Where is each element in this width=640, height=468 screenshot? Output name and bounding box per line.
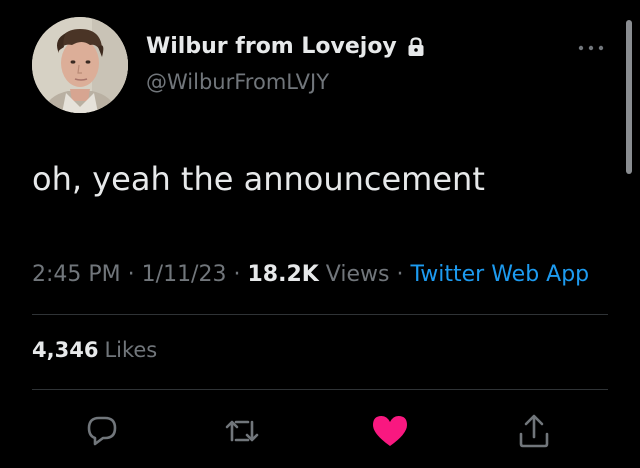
tweet-detail: Wilbur from Lovejoy @WilburFromLVJY oh, … (0, 0, 640, 468)
share-button[interactable] (514, 411, 554, 451)
heart-icon (373, 416, 407, 446)
separator: · (396, 262, 404, 287)
share-icon (519, 414, 549, 448)
lock-icon (408, 36, 424, 56)
retweet-icon (225, 420, 259, 442)
separator: · (233, 262, 241, 287)
more-options-icon[interactable] (575, 38, 607, 58)
likes-count: 4,346 (32, 338, 99, 362)
views-label: Views (325, 262, 390, 287)
author-handle[interactable]: @WilburFromLVJY (146, 70, 329, 94)
author-name-text: Wilbur from Lovejoy (146, 34, 397, 59)
separator: · (127, 262, 135, 287)
tweet-metadata: 2:45 PM · 1/11/23 · 18.2K Views · Twitte… (32, 256, 612, 294)
views-count: 18.2K (247, 262, 319, 287)
retweet-button[interactable] (222, 411, 262, 451)
scrollbar-thumb[interactable] (626, 20, 632, 174)
tweet-date[interactable]: 1/11/23 (142, 262, 227, 287)
divider (32, 389, 608, 390)
reply-icon (87, 416, 117, 446)
divider (32, 314, 608, 315)
likes-summary[interactable]: 4,346 Likes (32, 338, 157, 362)
tweet-text: oh, yeah the announcement (32, 160, 485, 198)
like-button[interactable] (370, 411, 410, 451)
tweet-source-link[interactable]: Twitter Web App (410, 262, 589, 287)
avatar[interactable] (32, 17, 128, 113)
likes-label: Likes (104, 338, 158, 362)
author-display-name[interactable]: Wilbur from Lovejoy (146, 34, 425, 59)
tweet-time[interactable]: 2:45 PM (32, 262, 121, 287)
reply-button[interactable] (82, 411, 122, 451)
